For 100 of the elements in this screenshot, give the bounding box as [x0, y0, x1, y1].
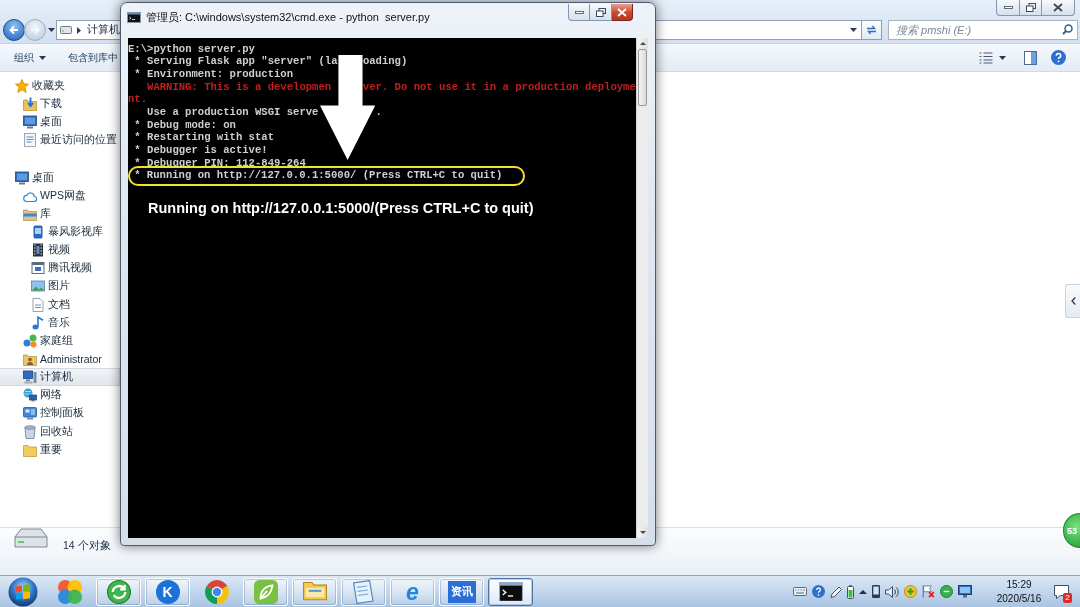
minimize-icon: [1003, 6, 1013, 9]
minus-circle-icon: [940, 585, 953, 598]
tray-button[interactable]: [847, 584, 854, 599]
close-button[interactable]: [612, 4, 633, 21]
sidebar-item[interactable]: 下载: [23, 95, 62, 114]
help-icon: [812, 585, 825, 598]
restore-button[interactable]: [590, 4, 612, 21]
annotation-caption: Running on http://127.0.0.1:5000/(Press CTRL+C to quit): [148, 200, 534, 218]
sidebar-item[interactable]: 控制面板: [23, 404, 84, 423]
clock-date[interactable]: 2020/5/16: [996, 591, 1042, 606]
scroll-down-button[interactable]: [637, 527, 648, 538]
console-text: * Environment: production: [134, 67, 294, 81]
scrollbar[interactable]: [636, 38, 648, 538]
folder-icon: [23, 442, 37, 457]
minimize-button[interactable]: [996, 0, 1020, 16]
help-button[interactable]: [1049, 48, 1068, 67]
breadcrumb[interactable]: 计算机: [87, 23, 120, 37]
sidebar-item[interactable]: 桌面: [23, 113, 62, 132]
sidebar-item[interactable]: 最近访问的位置: [23, 131, 117, 150]
sidebar-item[interactable]: 图片: [31, 277, 70, 296]
tray-button[interactable]: [958, 585, 972, 598]
tray-button[interactable]: [885, 585, 899, 598]
minimize-button[interactable]: [568, 4, 590, 21]
notebook-icon: [353, 579, 374, 604]
sidebar-item[interactable]: 重要: [23, 440, 62, 459]
document-list-icon: [23, 133, 37, 148]
tray-button[interactable]: [872, 585, 880, 598]
item-count: 14 个对象: [63, 539, 111, 553]
folder-icon: [302, 582, 327, 601]
plus-circle-icon: [904, 585, 917, 598]
sidebar-item[interactable]: 家庭组: [23, 331, 73, 350]
console-text: * Serving Flask app "server" (la: [134, 55, 338, 68]
collapse-pane-button[interactable]: [1065, 284, 1080, 318]
sidebar-item[interactable]: 腾讯视频: [31, 259, 92, 278]
caret-down-icon: [47, 28, 55, 32]
sidebar-item[interactable]: 计算机: [0, 368, 120, 387]
taskbar-app-button[interactable]: K: [145, 577, 190, 606]
preview-pane-icon: [1024, 50, 1037, 65]
terminal-icon: [498, 581, 523, 602]
preview-pane-button[interactable]: [1022, 48, 1039, 67]
music-note-icon: [31, 315, 45, 330]
sidebar-item[interactable]: 收藏夹: [15, 77, 65, 96]
tray-button[interactable]: [830, 585, 842, 598]
refresh-icon: [866, 25, 877, 35]
menu-button[interactable]: 组织: [12, 47, 48, 68]
back-button[interactable]: [3, 19, 25, 41]
sidebar-item[interactable]: Administrator: [23, 349, 102, 369]
caret-down-icon: [39, 55, 46, 60]
warning-text: ver. Do not use it in a production deployme: [362, 80, 636, 94]
notification-badge: 2: [1063, 592, 1072, 603]
sidebar-item[interactable]: 桌面: [15, 168, 54, 187]
taskbar-app-button[interactable]: [488, 577, 533, 606]
picture-icon: [31, 279, 45, 294]
scrollbar-thumb[interactable]: [638, 49, 647, 106]
sidebar-item[interactable]: 网络: [23, 386, 62, 405]
minimize-icon: [574, 10, 584, 14]
caret-down-icon: [850, 28, 857, 32]
battery-icon: [847, 584, 854, 599]
network-icon: [23, 388, 37, 403]
notification-button[interactable]: 2: [1052, 579, 1070, 604]
sidebar-item[interactable]: 库: [23, 204, 51, 223]
console-text: Use a production WSGI serve: [147, 106, 319, 119]
start-orb-icon: [8, 576, 38, 607]
keyboard-icon: [793, 587, 807, 596]
restore-button[interactable]: [1020, 0, 1042, 16]
tricolor-wheel-icon: [204, 579, 229, 604]
address-bar[interactable]: 计算机: [56, 20, 120, 40]
tray-button[interactable]: [940, 585, 953, 598]
console-text: * Debug mode: on: [134, 118, 236, 132]
clock-time[interactable]: 15:29: [1006, 577, 1032, 592]
refresh-button[interactable]: [862, 20, 882, 40]
control-panel-icon: [23, 406, 37, 421]
monitor-icon: [23, 115, 37, 130]
close-button[interactable]: [1042, 0, 1075, 16]
sidebar-item[interactable]: 文档: [31, 295, 70, 314]
sidebar-item[interactable]: 视频: [31, 241, 70, 260]
scroll-up-button[interactable]: [637, 38, 648, 49]
view-options-button[interactable]: [977, 49, 1008, 66]
message-icon: [1053, 584, 1069, 599]
search-field[interactable]: 搜索 pmshi (E:): [888, 20, 1078, 40]
sidebar-item[interactable]: 音乐: [31, 313, 70, 332]
list-view-icon: [979, 51, 993, 64]
tray-button[interactable]: [793, 587, 807, 596]
taskbar-app-button[interactable]: 资讯: [439, 577, 484, 606]
film-strip-icon: [31, 243, 45, 258]
leaf-icon: [253, 579, 278, 604]
sidebar-item[interactable]: 回收站: [23, 422, 73, 441]
caret-down-icon: [999, 55, 1006, 60]
sidebar-item[interactable]: WPS网盘: [23, 186, 86, 205]
media-tile-icon: [31, 225, 45, 240]
toolbar-button[interactable]: 包含到库中: [66, 47, 120, 68]
tray-button[interactable]: [922, 585, 935, 598]
document-icon: [31, 297, 45, 312]
show-hidden-icons-button[interactable]: [859, 589, 867, 594]
console-text: * Restarting with stat: [134, 131, 274, 145]
tray-button[interactable]: [812, 585, 825, 598]
sidebar-item[interactable]: 暴风影视库: [31, 223, 103, 242]
download-folder-icon: [23, 97, 37, 112]
console-text: * Debugger is active!: [134, 144, 268, 157]
console-text: E:\>python server.py: [128, 42, 255, 56]
